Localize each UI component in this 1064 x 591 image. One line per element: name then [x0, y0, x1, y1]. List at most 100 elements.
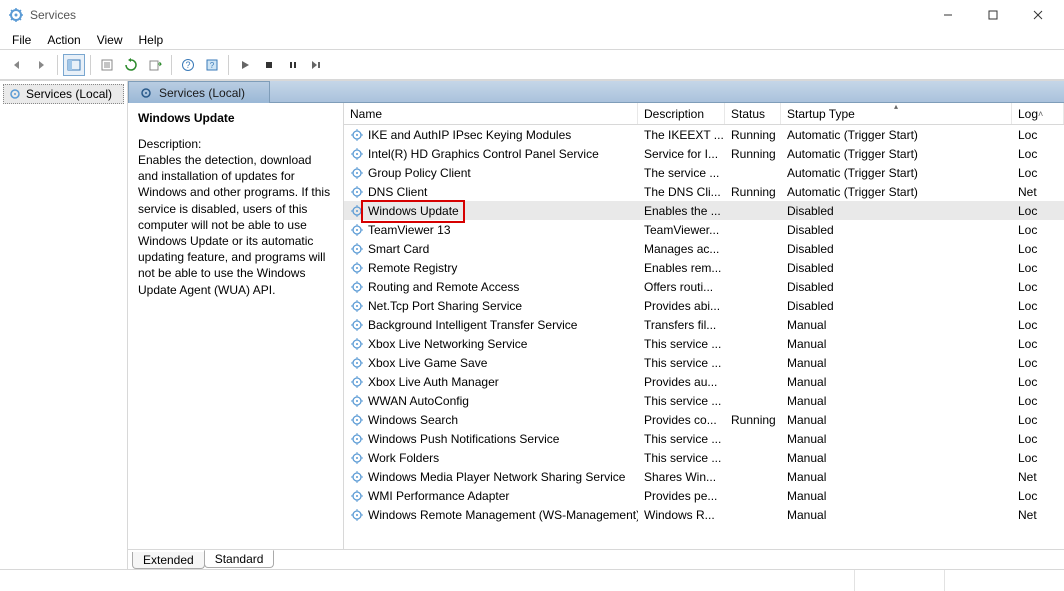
- service-row[interactable]: Routing and Remote AccessOffers routi...…: [344, 277, 1064, 296]
- export-button[interactable]: [144, 54, 166, 76]
- description-label: Description:: [138, 137, 333, 151]
- service-row[interactable]: Windows SearchProvides co...RunningManua…: [344, 410, 1064, 429]
- service-row[interactable]: Remote RegistryEnables rem...DisabledLoc: [344, 258, 1064, 277]
- back-button[interactable]: [6, 54, 28, 76]
- service-row[interactable]: IKE and AuthIP IPsec Keying Modules The I…: [344, 125, 1064, 144]
- service-description: This service ...: [638, 432, 725, 446]
- service-row[interactable]: Xbox Live Networking Service This service…: [344, 334, 1064, 353]
- service-row[interactable]: Net.Tcp Port Sharing ServiceProvides abi…: [344, 296, 1064, 315]
- forward-button[interactable]: [30, 54, 52, 76]
- service-logon: Net: [1012, 508, 1064, 522]
- service-name: WMI Performance Adapter: [368, 489, 509, 503]
- status-bar: [0, 569, 1064, 591]
- service-startup-type: Automatic (Trigger Start): [781, 128, 1012, 142]
- service-row[interactable]: WMI Performance AdapterProvides pe...Man…: [344, 486, 1064, 505]
- service-row[interactable]: Background Intelligent Transfer ServiceT…: [344, 315, 1064, 334]
- service-status: Running: [725, 185, 781, 199]
- service-startup-type: Disabled: [781, 261, 1012, 275]
- service-logon: Loc: [1012, 413, 1064, 427]
- pause-service-button[interactable]: [282, 54, 304, 76]
- restart-service-button[interactable]: [306, 54, 328, 76]
- service-name: WWAN AutoConfig: [368, 394, 469, 408]
- service-logon: Loc: [1012, 394, 1064, 408]
- properties-button[interactable]: [96, 54, 118, 76]
- service-name: Group Policy Client: [368, 166, 471, 180]
- help-topics-button[interactable]: ?: [201, 54, 223, 76]
- show-hide-tree-button[interactable]: [63, 54, 85, 76]
- service-description: This service ...: [638, 337, 725, 351]
- service-row[interactable]: Windows UpdateEnables the ...DisabledLoc: [344, 201, 1064, 220]
- gear-icon: [350, 261, 364, 275]
- gear-icon: [350, 280, 364, 294]
- close-button[interactable]: [1015, 0, 1060, 30]
- console-tree[interactable]: Services (Local): [0, 81, 128, 569]
- service-name: Xbox Live Game Save: [368, 356, 487, 370]
- tab-extended[interactable]: Extended: [132, 552, 205, 569]
- stop-service-button[interactable]: [258, 54, 280, 76]
- service-logon: Loc: [1012, 356, 1064, 370]
- service-row[interactable]: DNS ClientThe DNS Cli...RunningAutomatic…: [344, 182, 1064, 201]
- service-name: Remote Registry: [368, 261, 457, 275]
- menu-view[interactable]: View: [89, 31, 131, 49]
- service-logon: Loc: [1012, 299, 1064, 313]
- service-row[interactable]: Windows Remote Management (WS-Management…: [344, 505, 1064, 524]
- service-name: Net.Tcp Port Sharing Service: [368, 299, 522, 313]
- column-description[interactable]: Description: [638, 103, 725, 124]
- description-text: Enables the detection, download and inst…: [138, 152, 333, 298]
- tree-node-services-local[interactable]: Services (Local): [3, 84, 124, 104]
- menu-action[interactable]: Action: [39, 31, 88, 49]
- service-description: The IKEEXT ...: [638, 128, 725, 142]
- refresh-button[interactable]: [120, 54, 142, 76]
- view-tabs: Extended Standard: [128, 549, 1064, 569]
- service-name: Background Intelligent Transfer Service: [368, 318, 577, 332]
- help-button[interactable]: ?: [177, 54, 199, 76]
- service-name: Xbox Live Auth Manager: [368, 375, 499, 389]
- tab-standard[interactable]: Standard: [204, 550, 275, 568]
- service-row[interactable]: Xbox Live Auth ManagerProvides au...Manu…: [344, 372, 1064, 391]
- menu-help[interactable]: Help: [131, 31, 172, 49]
- service-row[interactable]: TeamViewer 13TeamViewer...DisabledLoc: [344, 220, 1064, 239]
- tree-node-label: Services (Local): [26, 87, 112, 101]
- service-row[interactable]: Xbox Live Game SaveThis service ...Manua…: [344, 353, 1064, 372]
- service-logon: Loc: [1012, 337, 1064, 351]
- service-row[interactable]: Windows Push Notifications ServiceThis s…: [344, 429, 1064, 448]
- column-name[interactable]: Name: [344, 103, 638, 124]
- service-startup-type: Automatic (Trigger Start): [781, 185, 1012, 199]
- column-startup-type[interactable]: Startup Type▴: [781, 103, 1012, 124]
- service-logon: Loc: [1012, 242, 1064, 256]
- column-status[interactable]: Status: [725, 103, 781, 124]
- column-logon-as[interactable]: Log ˄: [1012, 103, 1064, 124]
- service-row[interactable]: Smart CardManages ac...DisabledLoc: [344, 239, 1064, 258]
- gear-icon: [350, 375, 364, 389]
- gear-icon: [350, 204, 364, 218]
- title-bar: Services: [0, 0, 1064, 30]
- service-row[interactable]: Group Policy ClientThe service ...Automa…: [344, 163, 1064, 182]
- service-name: Windows Search: [368, 413, 458, 427]
- service-name: TeamViewer 13: [368, 223, 451, 237]
- service-row[interactable]: Intel(R) HD Graphics Control Panel Servi…: [344, 144, 1064, 163]
- service-startup-type: Automatic (Trigger Start): [781, 166, 1012, 180]
- gear-icon: [350, 185, 364, 199]
- service-list[interactable]: IKE and AuthIP IPsec Keying Modules The I…: [344, 125, 1064, 549]
- maximize-button[interactable]: [970, 0, 1015, 30]
- column-headers: Name Description Status Startup Type▴ Lo…: [344, 103, 1064, 125]
- service-logon: Net: [1012, 185, 1064, 199]
- service-name: Intel(R) HD Graphics Control Panel Servi…: [368, 147, 599, 161]
- service-name: IKE and AuthIP IPsec Keying Modules: [368, 128, 571, 142]
- service-description: Offers routi...: [638, 280, 725, 294]
- gear-icon: [350, 508, 364, 522]
- gear-icon: [350, 470, 364, 484]
- menu-file[interactable]: File: [4, 31, 39, 49]
- content-header-title: Services (Local): [159, 86, 245, 100]
- service-startup-type: Disabled: [781, 242, 1012, 256]
- service-startup-type: Manual: [781, 318, 1012, 332]
- minimize-button[interactable]: [925, 0, 970, 30]
- service-row[interactable]: WWAN AutoConfigThis service ...ManualLoc: [344, 391, 1064, 410]
- gear-icon: [350, 318, 364, 332]
- start-service-button[interactable]: [234, 54, 256, 76]
- gear-icon: [350, 451, 364, 465]
- service-name: Xbox Live Networking Service: [368, 337, 527, 351]
- service-row[interactable]: Windows Media Player Network Sharing Ser…: [344, 467, 1064, 486]
- service-row[interactable]: Work FoldersThis service ...ManualLoc: [344, 448, 1064, 467]
- gear-icon: [350, 432, 364, 446]
